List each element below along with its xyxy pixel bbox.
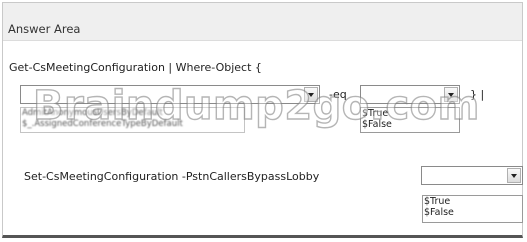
chevron-down-icon[interactable]: [444, 87, 458, 102]
eq-operator-text: -eq: [329, 88, 347, 101]
get-command-text: Get-CsMeetingConfiguration | Where-Objec…: [9, 61, 262, 74]
option-false[interactable]: $False: [361, 119, 459, 130]
option-true[interactable]: $True: [423, 196, 522, 207]
set-command-text: Set-CsMeetingConfiguration -PstnCallersB…: [24, 170, 320, 183]
option-false[interactable]: $False: [423, 207, 522, 218]
option-true[interactable]: $True: [361, 108, 459, 119]
list-item[interactable]: $_.AssignedConferenceTypeByDefault: [21, 119, 244, 130]
list-item[interactable]: AdmitAnonymousUsersByDefault: [21, 108, 244, 119]
value-options-list[interactable]: $True $False: [360, 107, 460, 133]
value-dropdown[interactable]: [360, 85, 460, 104]
bypass-lobby-dropdown[interactable]: [421, 166, 523, 185]
closing-brace-text: } |: [470, 88, 485, 101]
property-options-list[interactable]: AdmitAnonymousUsersByDefault $_.Assigned…: [20, 107, 245, 133]
bypass-lobby-options-list[interactable]: $True $False: [422, 195, 523, 223]
answer-area-panel: Answer Area Get-CsMeetingConfiguration |…: [2, 2, 523, 238]
panel-header: Answer Area: [3, 3, 522, 41]
property-dropdown[interactable]: [20, 85, 320, 104]
chevron-down-icon[interactable]: [507, 168, 521, 183]
chevron-down-icon[interactable]: [304, 87, 318, 102]
panel-title: Answer Area: [8, 22, 81, 36]
